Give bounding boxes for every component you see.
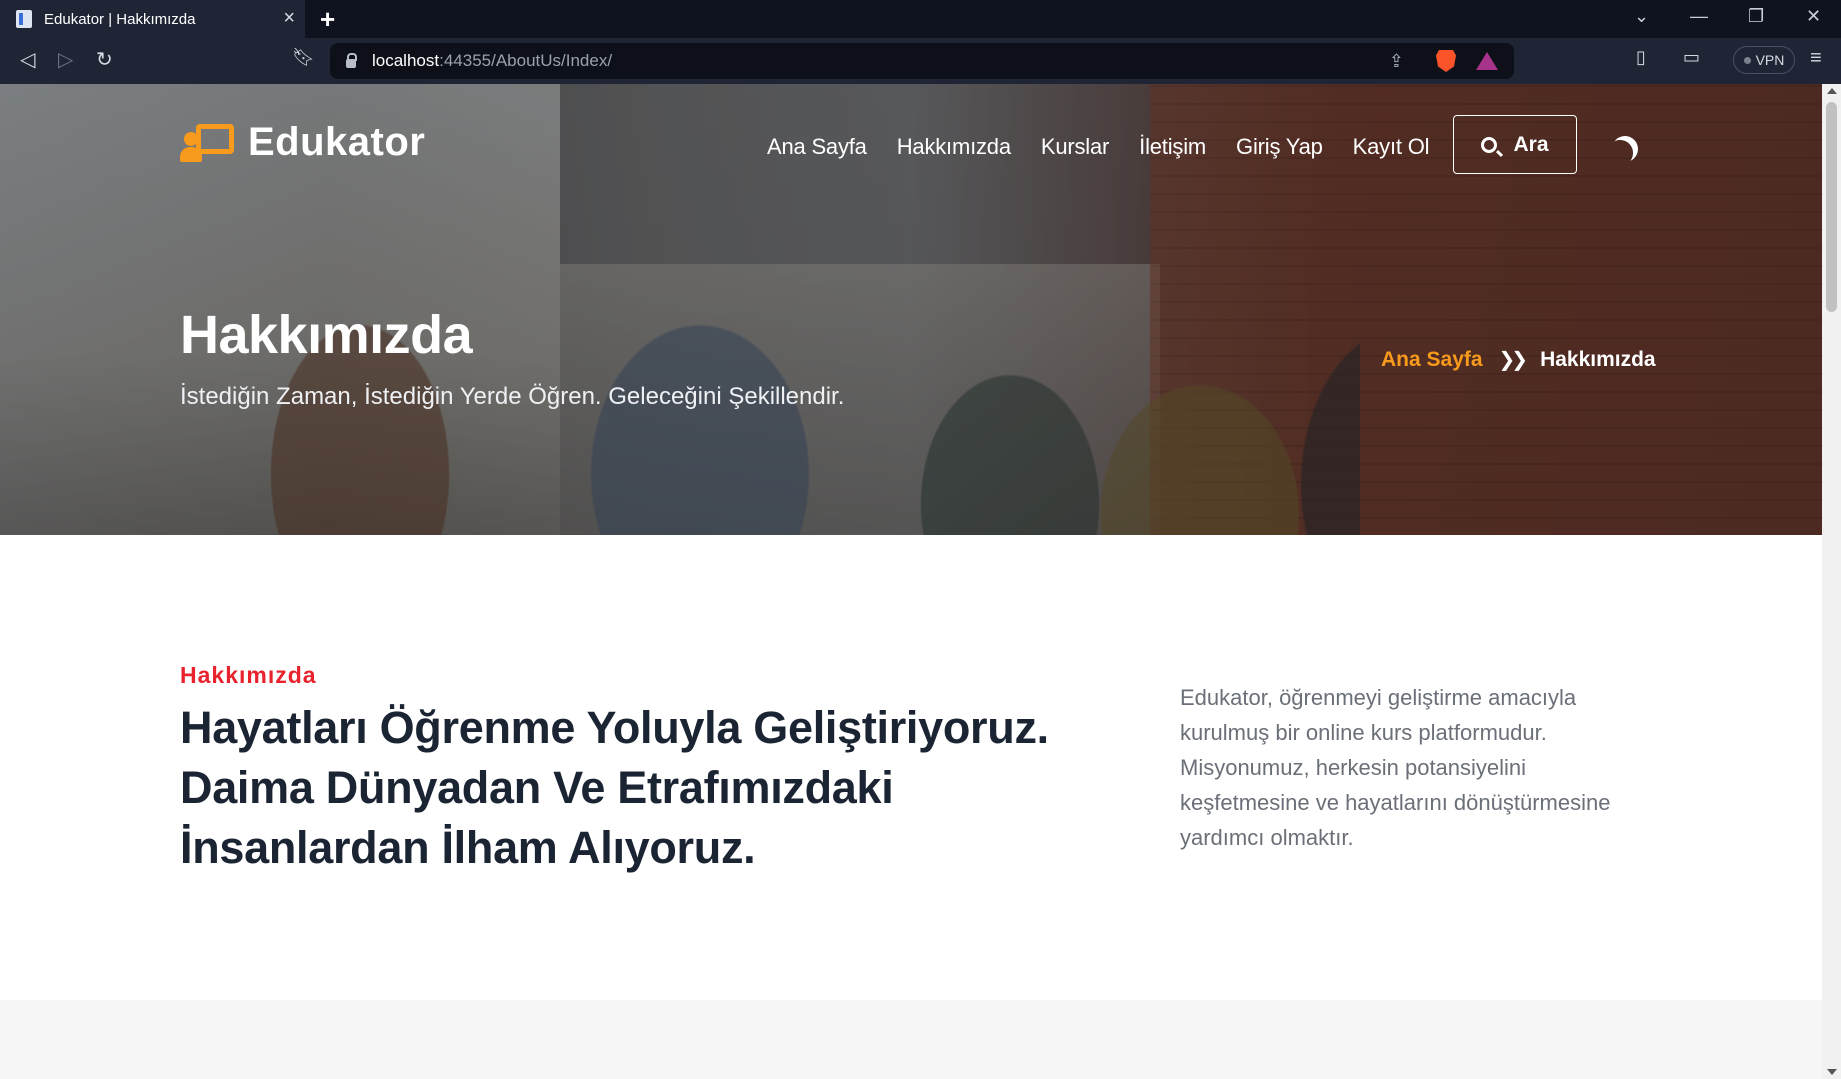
page-viewport: Edukator Ana Sayfa Hakkımızda Kurslar İl…: [0, 84, 1822, 1079]
window-close-icon[interactable]: ✕: [1806, 6, 1821, 27]
site-favicon-icon: [16, 10, 32, 28]
restore-icon[interactable]: ❐: [1748, 6, 1764, 27]
breadcrumb-current: Hakkımızda: [1540, 347, 1656, 371]
site-logo[interactable]: Edukator: [180, 120, 425, 165]
scroll-up-arrow-icon[interactable]: [1827, 88, 1837, 94]
scroll-down-arrow-icon[interactable]: [1827, 1069, 1837, 1075]
brave-rewards-icon[interactable]: [1476, 52, 1498, 70]
wallet-icon[interactable]: ▭: [1683, 47, 1700, 68]
vpn-label: VPN: [1755, 52, 1785, 68]
nav-home[interactable]: Ana Sayfa: [767, 134, 867, 160]
next-section-band: [0, 1000, 1822, 1079]
breadcrumb-home-link[interactable]: Ana Sayfa: [1381, 348, 1483, 372]
search-icon: [1481, 136, 1498, 153]
teacher-screen-icon: [180, 122, 234, 164]
back-icon[interactable]: ◁: [20, 47, 35, 72]
tab-title: Edukator | Hakkımızda: [44, 10, 196, 28]
bookmark-icon[interactable]: 🔖︎: [292, 47, 315, 68]
nav-courses[interactable]: Kurslar: [1041, 134, 1109, 160]
browser-tab-strip: Edukator | Hakkımızda × + ⌄ — ❐ ✕: [0, 0, 1841, 38]
page-subtitle: İstediğin Zaman, İstediğin Yerde Öğren. …: [180, 383, 845, 410]
browser-tab[interactable]: Edukator | Hakkımızda ×: [0, 0, 305, 38]
search-button-label: Ara: [1513, 132, 1549, 156]
hero-banner: Edukator Ana Sayfa Hakkımızda Kurslar İl…: [0, 84, 1822, 535]
double-chevron-right-icon: ❯❯: [1498, 349, 1528, 371]
about-section: Hakkımızda Hayatları Öğrenme Yoluyla Gel…: [0, 535, 1822, 1000]
section-description: Edukator, öğrenmeyi geliştirme amacıyla …: [1180, 685, 1611, 850]
section-eyebrow: Hakkımızda: [180, 662, 317, 688]
breadcrumb: Ana Sayfa ❯❯ Hakkımızda: [1381, 347, 1656, 372]
nav-contact[interactable]: İletişim: [1139, 134, 1206, 160]
search-button[interactable]: Ara: [1453, 115, 1577, 174]
brave-shields-icon[interactable]: [1436, 50, 1456, 72]
menu-icon[interactable]: ≡: [1810, 47, 1822, 70]
tab-search-chevron-icon[interactable]: ⌄: [1634, 6, 1649, 27]
main-nav: Ana Sayfa Hakkımızda Kurslar İletişim Gi…: [767, 134, 1430, 160]
lock-icon: [346, 53, 357, 68]
logo-text: Edukator: [248, 120, 426, 164]
forward-icon[interactable]: ▷: [58, 47, 73, 72]
page-title: Hakkımızda: [180, 305, 473, 365]
close-tab-icon[interactable]: ×: [283, 8, 295, 28]
vpn-button[interactable]: VPN: [1733, 46, 1795, 74]
new-tab-icon[interactable]: +: [320, 4, 335, 35]
url-path: :44355/AboutUs/Index/: [439, 51, 613, 70]
nav-register[interactable]: Kayıt Ol: [1353, 134, 1430, 160]
browser-toolbar: ◁ ▷ ↻ 🔖︎ localhost :44355/AboutUs/Index/…: [0, 38, 1841, 84]
scrollbar-thumb[interactable]: [1826, 102, 1837, 312]
page-scrollbar[interactable]: [1822, 84, 1841, 1079]
minimize-icon[interactable]: —: [1690, 6, 1708, 27]
address-bar[interactable]: localhost :44355/AboutUs/Index/ ⇪: [330, 43, 1514, 79]
section-heading: Hayatları Öğrenme Yoluyla Geliştiriyoruz…: [180, 702, 1049, 873]
nav-login[interactable]: Giriş Yap: [1236, 134, 1323, 160]
url-host: localhost: [372, 51, 440, 70]
nav-about[interactable]: Hakkımızda: [897, 134, 1011, 160]
reload-icon[interactable]: ↻: [96, 47, 113, 72]
sidebar-toggle-icon[interactable]: ▯: [1636, 47, 1646, 68]
share-icon[interactable]: ⇪: [1389, 51, 1404, 72]
